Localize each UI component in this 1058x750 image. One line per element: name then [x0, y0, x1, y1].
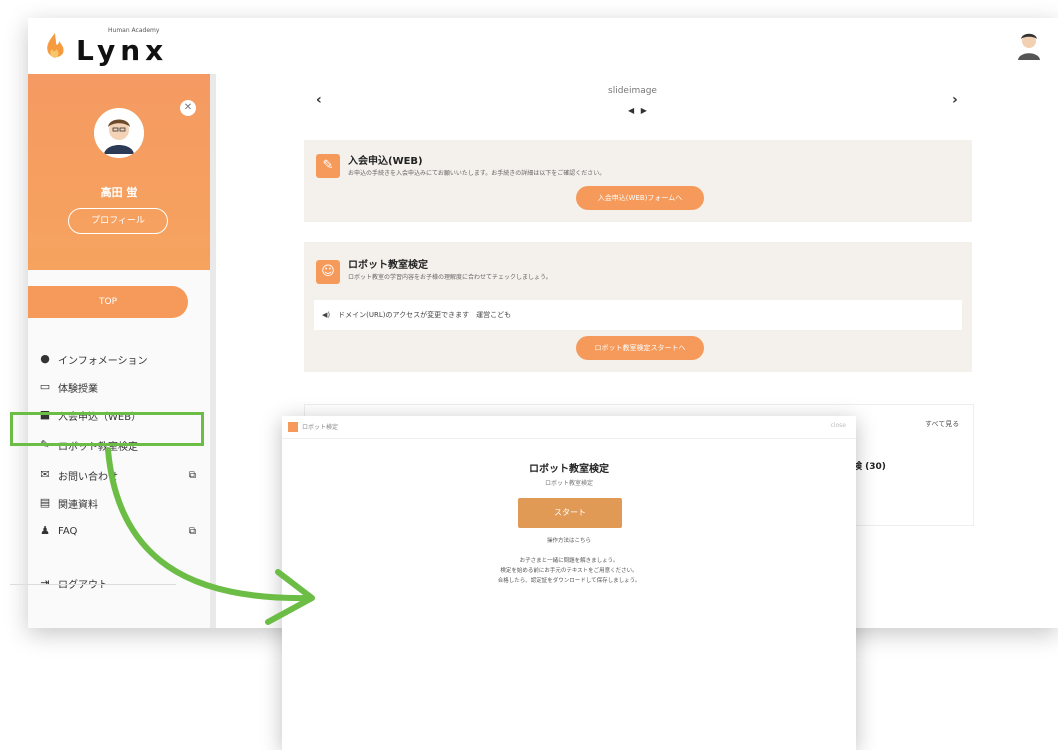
sidebar-item-trial[interactable]: ▭ 体験授業 — [38, 376, 208, 398]
popup-title: ロボット教室検定 — [529, 464, 609, 475]
card-title: 入会申込(WEB) — [348, 156, 423, 167]
carousel-prev-button[interactable]: ‹ — [316, 92, 322, 108]
web-application-button[interactable]: 入会申込(WEB)フォームへ — [576, 186, 704, 210]
start-button[interactable]: スタート — [518, 498, 622, 528]
sidebar-item-label: ログアウト — [58, 579, 108, 591]
external-link-icon: ⧉ — [188, 469, 196, 481]
info-icon: ● — [40, 352, 50, 365]
profile-button[interactable]: プロフィール — [68, 208, 168, 234]
slide-image[interactable]: slideimage — [608, 86, 657, 96]
sidebar-item-contact[interactable]: ✉ お問い合わせ ⧉ — [38, 464, 208, 486]
popup-text-line: 検定を始める前にお手元のテキストをご用意ください。 — [500, 568, 638, 574]
robot-icon: ☺ — [316, 260, 340, 284]
popup-subtitle: ロボット教室検定 — [544, 480, 593, 487]
card-title: ロボット教室検定 — [348, 260, 428, 271]
card-description: お申込の手続きを入会申込みにてお願いいたします。お手続きの詳細は以下をご確認くだ… — [348, 170, 606, 177]
sidebar-item-documents[interactable]: ▤ 関連資料 — [38, 492, 208, 514]
logout-icon: ⇥ — [40, 576, 50, 589]
close-icon[interactable]: ✕ — [180, 100, 196, 116]
card-web-application: ✎ 入会申込(WEB) お申込の手続きを入会申込みにてお願いいたします。お手続き… — [304, 140, 972, 222]
popup-bar-label: ロボット検定 — [302, 424, 339, 431]
popup-text-line: 合格したら、認定証をダウンロードして保存しましょう。 — [497, 578, 641, 584]
user-name: 高田 蛍 — [100, 186, 138, 199]
app-icon — [288, 422, 298, 432]
user-avatar-icon[interactable] — [1014, 30, 1044, 64]
mail-icon: ✉ — [40, 468, 50, 481]
card-description: ロボット教室の学習内容をお子様の理解度に合わせてチェックしましょう。 — [348, 274, 552, 281]
divider — [10, 584, 176, 585]
list-item-text: 検 (30) — [853, 462, 886, 472]
header: Human Academy Lynx — [28, 18, 1058, 74]
view-all-link[interactable]: すべて見る — [925, 419, 959, 429]
profile-card: ✕ 高田 蛍 プロフィール — [28, 74, 210, 270]
sidebar-item-label: 関連資料 — [58, 499, 98, 511]
top-button[interactable]: TOP — [28, 286, 188, 318]
sidebar-item-label: FAQ — [58, 525, 78, 537]
person-icon — [94, 108, 144, 158]
form-icon: ✎ — [316, 154, 340, 178]
sidebar-item-label: お問い合わせ — [58, 471, 118, 483]
flame-logo-icon — [47, 33, 64, 58]
faq-icon: ♟ — [40, 524, 50, 537]
popup-close-button[interactable]: close — [831, 422, 846, 429]
notice-text: ドメイン(URL)のアクセスが変更できます 運営こども — [338, 311, 512, 319]
logo-text[interactable]: Lynx — [76, 34, 168, 67]
help-link[interactable]: 操作方法はこちら — [282, 536, 856, 544]
robot-test-start-button[interactable]: ロボット教室検定スタートへ — [576, 336, 704, 360]
sidebar-item-label: 体験授業 — [58, 383, 98, 395]
sidebar-item-faq[interactable]: ♟ FAQ ⧉ — [38, 520, 208, 542]
sidebar: ✕ 高田 蛍 プロフィール TOP ● インフォメーション ▭ 体験授業 ■ 入… — [28, 74, 216, 628]
logo-subtext: Human Academy — [108, 27, 160, 34]
document-icon: ▤ — [39, 496, 51, 509]
highlight-annotation — [10, 412, 204, 446]
chat-icon: ▭ — [39, 380, 51, 393]
notice-bar: ◀) ドメイン(URL)のアクセスが変更できます 運営こども — [314, 300, 962, 330]
carousel-next-button[interactable]: › — [952, 92, 958, 108]
speaker-icon: ◀) — [322, 311, 331, 319]
popup-text-line: お子さまと一緒に問題を解きましょう。 — [519, 558, 619, 564]
sidebar-item-logout[interactable]: ⇥ ログアウト — [38, 572, 208, 594]
robot-test-popup: ロボット検定 close ロボット教室検定 ロボット教室検定 スタート 操作方法… — [282, 416, 856, 750]
sidebar-item-information[interactable]: ● インフォメーション — [38, 348, 208, 370]
carousel-dots[interactable]: ◀ ▶ — [628, 106, 649, 115]
sidebar-item-label: インフォメーション — [58, 355, 148, 367]
external-link-icon: ⧉ — [188, 525, 196, 537]
popup-titlebar: ロボット検定 close — [282, 416, 856, 439]
avatar — [94, 108, 144, 158]
